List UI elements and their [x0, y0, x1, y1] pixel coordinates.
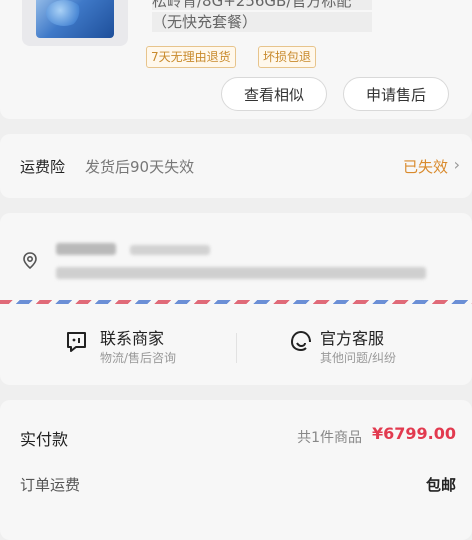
- contact-merchant-label: 联系商家: [100, 329, 165, 348]
- chat-merchant-icon: [67, 332, 86, 352]
- insurance-desc: 发货后90天失效: [85, 158, 195, 176]
- address-card: 联系商家 物流/售后咨询 官方客服 其他问题/纠纷: [0, 213, 472, 385]
- paid-amount: ¥6799.00: [371, 424, 456, 443]
- location-pin-icon: [23, 252, 37, 270]
- product-card: 松岭青/8G+256GB/官方标配 （无快充套餐） 7天无理由退货 坏损包退 查…: [0, 0, 472, 119]
- tablet-image: [36, 0, 114, 38]
- return-policy-tag: 7天无理由退货: [146, 46, 236, 68]
- product-spec: 松岭青/8G+256GB/官方标配: [152, 0, 372, 10]
- official-service-subtitle: 其他问题/纠纷: [320, 351, 397, 365]
- shipping-fee-label: 订单运费: [20, 476, 81, 494]
- insurance-title: 运费险: [20, 158, 66, 176]
- damage-return-tag: 坏损包退: [258, 46, 317, 68]
- item-count: 共1件商品: [297, 430, 362, 446]
- service-divider: [236, 333, 237, 363]
- after-sale-button[interactable]: 申请售后: [343, 77, 449, 111]
- product-spec-note: （无快充套餐）: [152, 12, 372, 32]
- view-similar-button[interactable]: 查看相似: [221, 77, 327, 111]
- recipient-phone-blurred: [130, 245, 210, 255]
- shipping-insurance-row[interactable]: 运费险 发货后90天失效 已失效 ›: [0, 134, 472, 198]
- headset-icon: [291, 330, 311, 352]
- airmail-divider: [0, 300, 472, 304]
- contact-merchant-subtitle: 物流/售后咨询: [100, 351, 177, 365]
- recipient-address-blurred: [56, 267, 426, 279]
- paid-amount-label: 实付款: [20, 430, 69, 449]
- official-service-label: 官方客服: [320, 329, 385, 348]
- chevron-right-icon: ›: [453, 155, 460, 174]
- payment-summary: 实付款 共1件商品 ¥6799.00 订单运费 包邮: [0, 400, 472, 540]
- insurance-status: 已失效: [402, 158, 448, 176]
- shipping-fee-value: 包邮: [425, 476, 456, 494]
- recipient-name-blurred: [56, 243, 116, 255]
- product-thumbnail[interactable]: [22, 0, 128, 46]
